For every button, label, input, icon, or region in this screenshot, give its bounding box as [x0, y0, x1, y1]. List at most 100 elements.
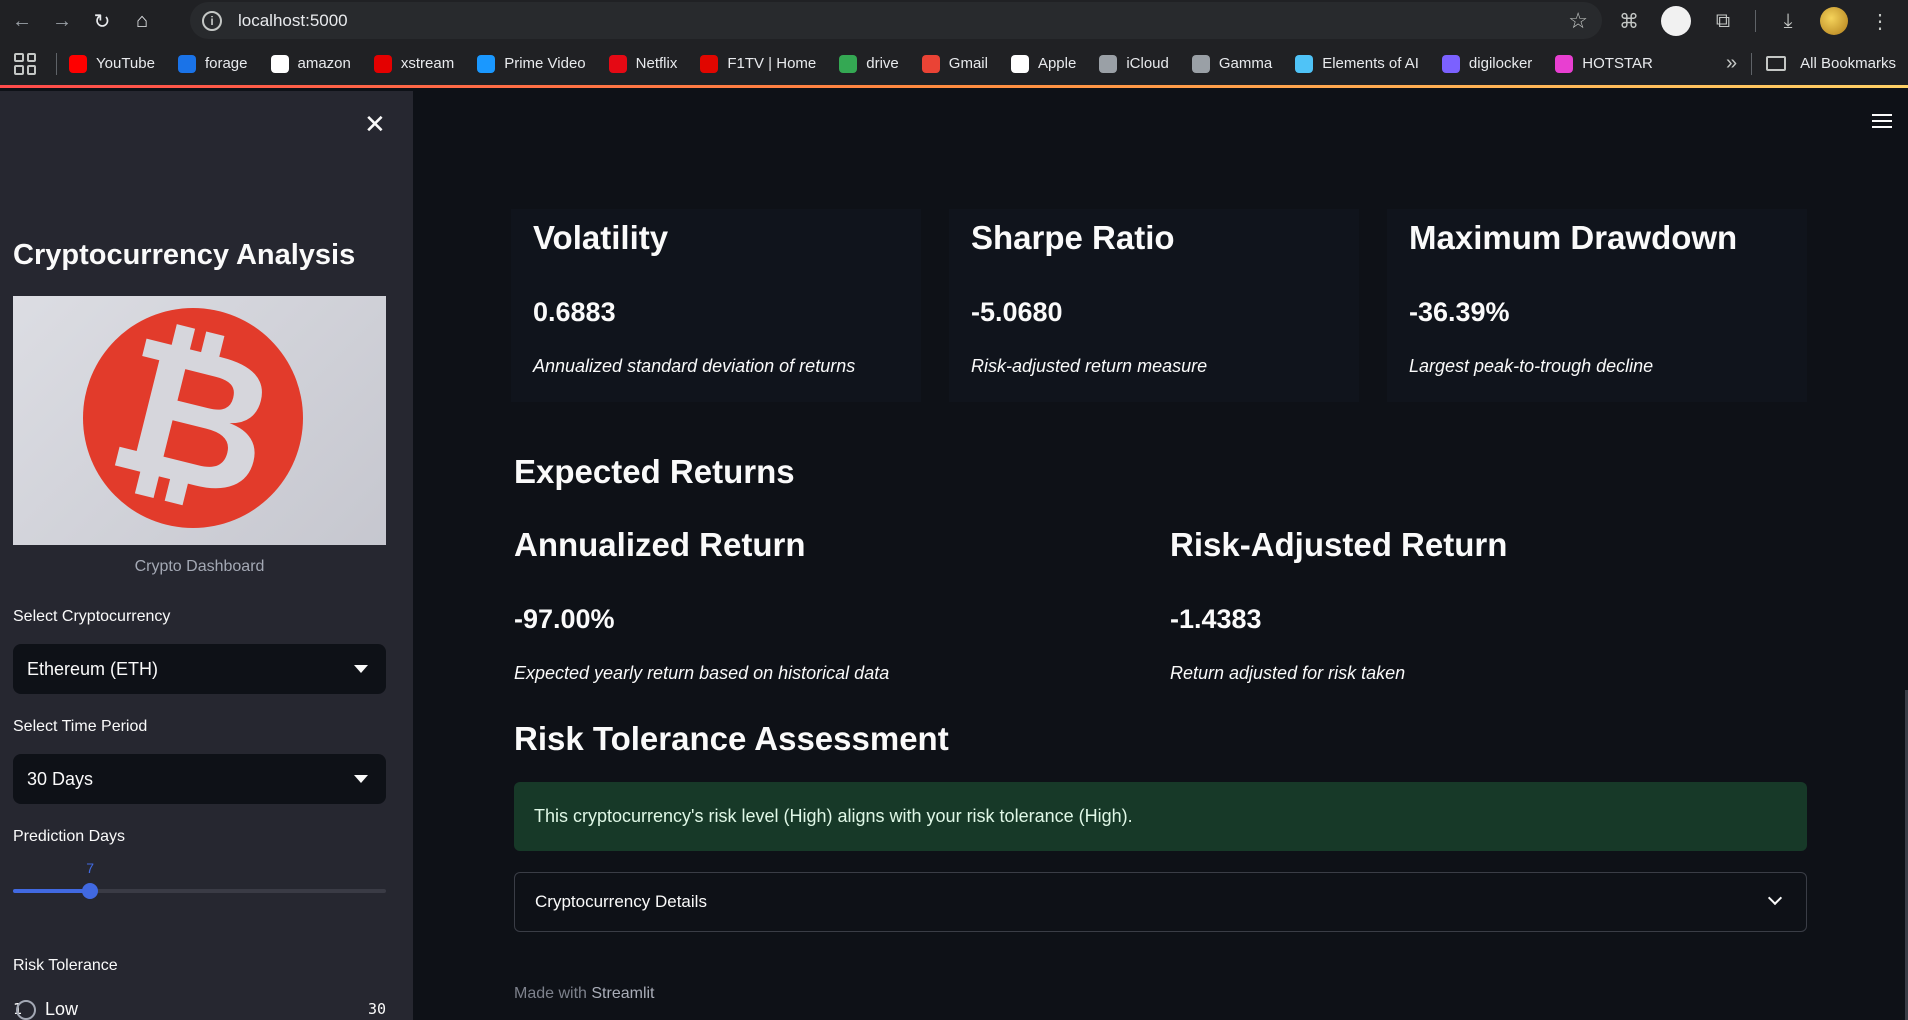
extension-icon[interactable]: ⌘ — [1617, 9, 1641, 33]
home-icon[interactable]: ⌂ — [124, 3, 160, 39]
caret-down-icon — [354, 665, 368, 673]
expander-label: Cryptocurrency Details — [535, 892, 707, 911]
youtube-icon — [69, 54, 87, 73]
url-text: localhost:5000 — [238, 10, 348, 30]
bookmark-label: Prime Video — [504, 55, 586, 72]
streamlit-link[interactable]: Streamlit — [591, 985, 654, 1002]
apple-icon — [1010, 54, 1029, 73]
hamburger-menu-icon[interactable] — [1872, 114, 1892, 132]
f1tv-icon — [700, 54, 719, 73]
bookmark-label: digilocker — [1468, 55, 1533, 72]
slider-thumb[interactable] — [82, 883, 99, 899]
bookmark-netflix[interactable]: Netflix — [608, 54, 677, 73]
risk-success-alert: This cryptocurrency's risk level (High) … — [514, 782, 1807, 851]
apps-grid-icon[interactable] — [14, 52, 36, 75]
bookmark-f1tv-home[interactable]: F1TV | Home — [700, 54, 816, 73]
expected-returns-heading: Expected Returns — [514, 453, 795, 490]
bookmark-label: forage — [204, 55, 248, 72]
prediction-days-slider[interactable] — [13, 883, 386, 899]
bookmarks-divider — [56, 52, 57, 75]
bookmark-youtube[interactable]: YouTube — [69, 54, 155, 73]
annualized-return-desc: Expected yearly return based on historic… — [514, 663, 890, 683]
risk-adjusted-return-title: Risk-Adjusted Return — [1170, 526, 1508, 563]
bookmark-label: drive — [866, 55, 899, 72]
slider-max: 30 — [367, 1000, 386, 1018]
crypto-select-value: Ethereum (ETH) — [27, 658, 159, 679]
bookmark-label: Apple — [1037, 55, 1077, 72]
bookmark-hotstar[interactable]: HOTSTAR — [1555, 54, 1653, 73]
bookmark-label: Gamma — [1218, 55, 1273, 72]
gmail-icon — [921, 54, 940, 73]
slider-fill — [13, 889, 91, 893]
forage-icon — [177, 54, 196, 73]
digilocker-icon — [1441, 54, 1460, 73]
bitcoin-icon: ₿ — [91, 296, 295, 544]
download-icon[interactable]: ⤓ — [1776, 9, 1800, 33]
profile-circle-icon[interactable] — [1661, 6, 1691, 36]
sharpe-desc: Risk-adjusted return measure — [971, 356, 1208, 376]
bookmark-label: HOTSTAR — [1582, 55, 1653, 72]
risk-alert-text: This cryptocurrency's risk level (High) … — [534, 806, 1133, 826]
drawdown-value: -36.39% — [1409, 297, 1510, 327]
bookmark-icloud[interactable]: iCloud — [1099, 54, 1169, 73]
gamma-icon — [1191, 54, 1210, 73]
bookmark-star-icon[interactable]: ☆ — [1568, 8, 1588, 34]
image-caption: Crypto Dashboard — [134, 558, 265, 575]
period-select-label: Select Time Period — [13, 718, 148, 735]
bookmark-elements-of-ai[interactable]: Elements of AI — [1295, 54, 1419, 73]
crypto-details-expander[interactable]: Cryptocurrency Details — [514, 872, 1807, 932]
bookmark-gamma[interactable]: Gamma — [1191, 54, 1273, 73]
amazon-icon — [270, 54, 289, 73]
back-arrow-icon[interactable]: ← — [4, 3, 40, 39]
close-icon[interactable]: ✕ — [364, 109, 386, 140]
bookmark-drive[interactable]: drive — [839, 54, 899, 73]
bookmark-label: Elements of AI — [1322, 55, 1419, 72]
volatility-title: Volatility — [533, 219, 669, 256]
footer: Made with Streamlit — [514, 985, 655, 1003]
reload-icon[interactable]: ↻ — [84, 3, 120, 39]
address-bar[interactable]: i localhost:5000 ☆ — [190, 2, 1602, 39]
crypto-select[interactable]: Ethereum (ETH) — [13, 644, 386, 694]
sidebar: ✕ Cryptocurrency Analysis ₿ Crypto Dashb… — [0, 91, 413, 1020]
crypto-select-label: Select Cryptocurrency — [13, 608, 171, 625]
toolbar-divider — [1755, 10, 1756, 32]
extensions-puzzle-icon[interactable]: ⧉ — [1711, 9, 1735, 33]
caret-down-icon — [354, 775, 368, 783]
volatility-value: 0.6883 — [533, 297, 616, 327]
forward-arrow-icon[interactable]: → — [44, 3, 80, 39]
radio-low[interactable] — [16, 1000, 36, 1020]
netflix-icon — [608, 54, 627, 73]
bookmarks-bar: YouTube forage amazon xstream Prime Video Net… — [0, 42, 1908, 88]
bookmark-label: xstream — [400, 55, 455, 72]
site-info-icon[interactable]: i — [202, 10, 222, 31]
bookmark-prime-video[interactable]: Prime Video — [477, 54, 586, 73]
period-select-value: 30 Days — [27, 768, 94, 789]
hotstar-icon — [1555, 54, 1574, 73]
prediction-days-label: Prediction Days — [13, 828, 126, 845]
xstream-icon — [373, 54, 392, 73]
bookmark-label: amazon — [297, 55, 351, 72]
bookmark-label: Gmail — [948, 55, 988, 72]
period-select[interactable]: 30 Days — [13, 754, 386, 804]
footer-prefix: Made with — [514, 985, 587, 1002]
sharpe-value: -5.0680 — [971, 297, 1063, 327]
bookmark-forage[interactable]: forage — [177, 54, 248, 73]
kebab-menu-icon[interactable]: ⋮ — [1868, 9, 1892, 33]
avatar[interactable] — [1820, 7, 1848, 35]
drawdown-desc: Largest peak-to-trough decline — [1409, 356, 1654, 376]
more-bookmarks-icon[interactable]: » — [1726, 52, 1737, 75]
drive-icon — [839, 54, 858, 73]
risk-adjusted-return-desc: Return adjusted for risk taken — [1170, 663, 1406, 683]
all-bookmarks-link[interactable]: All Bookmarks — [1800, 55, 1896, 72]
risk-assessment-heading: Risk Tolerance Assessment — [514, 720, 949, 757]
bookmark-xstream[interactable]: xstream — [373, 54, 455, 73]
drawdown-title: Maximum Drawdown — [1409, 219, 1738, 256]
folder-icon — [1766, 56, 1787, 71]
volatility-desc: Annualized standard deviation of returns — [533, 356, 856, 376]
bookmark-digilocker[interactable]: digilocker — [1441, 54, 1533, 73]
sidebar-title: Cryptocurrency Analysis — [13, 239, 356, 271]
bookmark-apple[interactable]: Apple — [1010, 54, 1077, 73]
bookmark-amazon[interactable]: amazon — [270, 54, 351, 73]
slider-value: 7 — [86, 860, 95, 876]
bookmark-gmail[interactable]: Gmail — [921, 54, 988, 73]
